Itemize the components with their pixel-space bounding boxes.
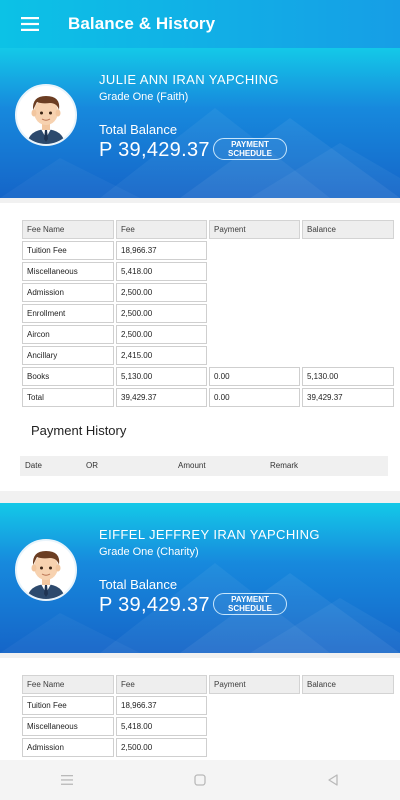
fee-value-cell: 2,500.00	[116, 283, 207, 302]
payment-schedule-button[interactable]: PAYMENT SCHEDULE	[213, 138, 287, 160]
fee-value-cell: 2,500.00	[116, 738, 207, 757]
column-header: Fee Name	[22, 675, 114, 694]
history-column-or: OR	[86, 461, 98, 470]
fee-name-cell: Books	[22, 367, 114, 386]
table-row: Enrollment 2,500.00	[22, 304, 394, 323]
table-row: Tuition Fee 18,966.37	[22, 696, 394, 715]
fee-value-cell: 5,418.00	[116, 262, 207, 281]
table-row: Admission 2,500.00	[22, 738, 394, 757]
back-icon	[328, 774, 338, 786]
system-navigation-bar	[0, 760, 400, 800]
fee-value-cell: 18,966.37	[116, 696, 207, 715]
student-name: EIFFEL JEFFREY IRAN YAPCHING	[99, 527, 320, 542]
table-row: Admission 2,500.00	[22, 283, 394, 302]
student-card-header: EIFFEL JEFFREY IRAN YAPCHING Grade One (…	[0, 503, 400, 653]
fee-name-cell: Enrollment	[22, 304, 114, 323]
fee-name-cell: Admission	[22, 738, 114, 757]
table-row: Miscellaneous 5,418.00	[22, 262, 394, 281]
recent-apps-button[interactable]	[52, 765, 82, 795]
fees-panel: Fee Name Fee Payment Balance Tuition Fee…	[0, 658, 400, 760]
table-header-row: Fee Name Fee Payment Balance	[22, 220, 394, 239]
student-avatar-icon	[27, 96, 65, 144]
student-card-header: JULIE ANN IRAN YAPCHING Grade One (Faith…	[0, 48, 400, 198]
student-avatar-icon	[27, 551, 65, 599]
fee-name-cell: Tuition Fee	[22, 696, 114, 715]
recent-apps-icon	[60, 775, 73, 785]
table-row: Aircon 2,500.00	[22, 325, 394, 344]
table-header-row: Fee Name Fee Payment Balance	[22, 675, 394, 694]
fee-name-cell: Ancillary	[22, 346, 114, 365]
app-bar: Balance & History	[0, 0, 400, 48]
fee-name-cell: Admission	[22, 283, 114, 302]
fees-panel: Fee Name Fee Payment Balance Tuition Fee…	[0, 203, 400, 491]
student-name: JULIE ANN IRAN YAPCHING	[99, 72, 279, 87]
balance-value-cell: 5,130.00	[302, 367, 394, 386]
page-title: Balance & History	[68, 14, 216, 33]
student-grade: Grade One (Charity)	[99, 546, 199, 558]
fee-value-cell: 5,418.00	[116, 717, 207, 736]
payment-history-title: Payment History	[31, 423, 127, 438]
fee-name-cell: Total	[22, 388, 114, 407]
home-button[interactable]	[185, 765, 215, 795]
column-header: Fee	[116, 675, 207, 694]
payment-value-cell: 0.00	[209, 388, 300, 407]
table-total-row: Total 39,429.37 0.00 39,429.37	[22, 388, 394, 407]
table-row: Ancillary 2,415.00	[22, 346, 394, 365]
menu-icon	[21, 17, 39, 31]
fees-table: Fee Name Fee Payment Balance Tuition Fee…	[20, 673, 396, 759]
column-header: Fee Name	[22, 220, 114, 239]
total-balance-value: P 39,429.37	[99, 594, 210, 616]
home-icon	[194, 774, 206, 786]
fee-name-cell: Miscellaneous	[22, 262, 114, 281]
student-grade: Grade One (Faith)	[99, 91, 189, 103]
column-header: Balance	[302, 675, 394, 694]
column-header: Payment	[209, 220, 300, 239]
payment-value-cell: 0.00	[209, 367, 300, 386]
fee-name-cell: Tuition Fee	[22, 241, 114, 260]
student-avatar	[15, 539, 77, 601]
total-balance-label: Total Balance	[99, 122, 178, 137]
payment-schedule-label-1: PAYMENT	[231, 595, 269, 604]
payment-schedule-label-1: PAYMENT	[231, 140, 269, 149]
fee-value-cell: 5,130.00	[116, 367, 207, 386]
column-header: Balance	[302, 220, 394, 239]
column-header: Fee	[116, 220, 207, 239]
table-row: Miscellaneous 5,418.00	[22, 717, 394, 736]
table-row: Books 5,130.00 0.00 5,130.00	[22, 367, 394, 386]
menu-button[interactable]	[6, 0, 54, 48]
payment-history-header: Date OR Amount Remark	[20, 456, 388, 476]
fee-name-cell: Aircon	[22, 325, 114, 344]
fee-value-cell: 2,415.00	[116, 346, 207, 365]
history-column-amount: Amount	[178, 461, 206, 470]
history-column-date: Date	[25, 461, 42, 470]
total-balance-value: P 39,429.37	[99, 139, 210, 161]
payment-schedule-button[interactable]: PAYMENT SCHEDULE	[213, 593, 287, 615]
table-row: Tuition Fee 18,966.37	[22, 241, 394, 260]
total-balance-label: Total Balance	[99, 577, 178, 592]
fees-table: Fee Name Fee Payment Balance Tuition Fee…	[20, 218, 396, 409]
fee-value-cell: 2,500.00	[116, 304, 207, 323]
content-scroll[interactable]: JULIE ANN IRAN YAPCHING Grade One (Faith…	[0, 48, 400, 760]
history-column-remark: Remark	[270, 461, 299, 470]
back-button[interactable]	[318, 765, 348, 795]
student-avatar	[15, 84, 77, 146]
balance-value-cell: 39,429.37	[302, 388, 394, 407]
payment-schedule-label-2: SCHEDULE	[227, 604, 272, 613]
column-header: Payment	[209, 675, 300, 694]
fee-value-cell: 2,500.00	[116, 325, 207, 344]
payment-schedule-label-2: SCHEDULE	[227, 149, 272, 158]
fee-value-cell: 18,966.37	[116, 241, 207, 260]
fee-value-cell: 39,429.37	[116, 388, 207, 407]
fee-name-cell: Miscellaneous	[22, 717, 114, 736]
